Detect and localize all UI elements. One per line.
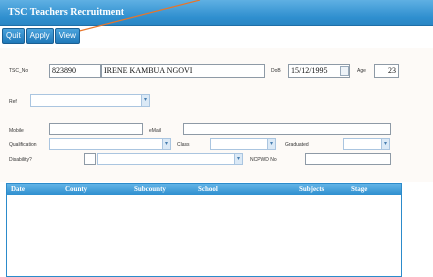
email-field[interactable] <box>183 123 391 135</box>
graduated-label: Graduated <box>285 142 309 148</box>
ref-label: Ref <box>9 99 17 105</box>
class-select[interactable]: ▾ <box>210 138 276 150</box>
teacher-form: TSC_No 823890 IRENE KAMBUA NGOVI DoB 15/… <box>0 48 433 182</box>
chevron-down-icon: ▾ <box>162 139 170 149</box>
age-field[interactable]: 23 <box>374 64 399 78</box>
tsc-no-label: TSC_No <box>9 68 29 74</box>
view-button[interactable]: View <box>54 28 80 44</box>
column-header-stage[interactable]: Stage <box>351 185 367 193</box>
column-header-subcounty[interactable]: Subcounty <box>134 185 166 193</box>
class-label: Class <box>177 142 190 148</box>
age-label: Age <box>357 68 366 74</box>
applications-grid: Date County Subcounty School Subjects St… <box>6 183 402 277</box>
name-field[interactable]: IRENE KAMBUA NGOVI <box>101 64 265 78</box>
ncpwd-label: NCPWD No <box>250 157 277 163</box>
apply-button[interactable]: Apply <box>25 28 54 44</box>
chevron-down-icon: ▾ <box>381 139 389 149</box>
email-label: eMail <box>149 128 161 134</box>
qualification-label: Qualification <box>9 142 37 148</box>
window-title: TSC Teachers Recruitment <box>8 7 125 18</box>
qualification-select[interactable]: ▾ <box>49 138 171 150</box>
column-header-date[interactable]: Date <box>11 185 25 193</box>
disability-label: Disability? <box>9 157 32 163</box>
chevron-down-icon: ▾ <box>141 95 149 106</box>
toolbar: Quit Apply View <box>2 28 80 44</box>
quit-button[interactable]: Quit <box>2 28 25 44</box>
chevron-down-icon: ▾ <box>234 154 242 164</box>
dob-label: DoB <box>271 68 281 74</box>
ncpwd-field[interactable] <box>305 153 391 165</box>
cursor-trail-line <box>59 0 201 37</box>
disability-checkbox[interactable] <box>84 153 96 165</box>
mobile-label: Mobile <box>9 128 24 134</box>
column-header-subjects[interactable]: Subjects <box>299 185 324 193</box>
calendar-icon[interactable] <box>340 66 349 76</box>
chevron-down-icon: ▾ <box>267 139 275 149</box>
graduated-select[interactable]: ▾ <box>343 138 390 150</box>
ref-select[interactable]: ▾ <box>30 94 150 107</box>
column-header-county[interactable]: County <box>65 185 87 193</box>
column-header-school[interactable]: School <box>198 185 218 193</box>
mobile-field[interactable] <box>49 123 143 135</box>
title-bar: TSC Teachers Recruitment <box>0 0 433 37</box>
tsc-no-field[interactable]: 823890 <box>49 64 101 78</box>
grid-header: Date County Subcounty School Subjects St… <box>7 184 401 195</box>
disability-select[interactable]: ▾ <box>97 153 243 165</box>
